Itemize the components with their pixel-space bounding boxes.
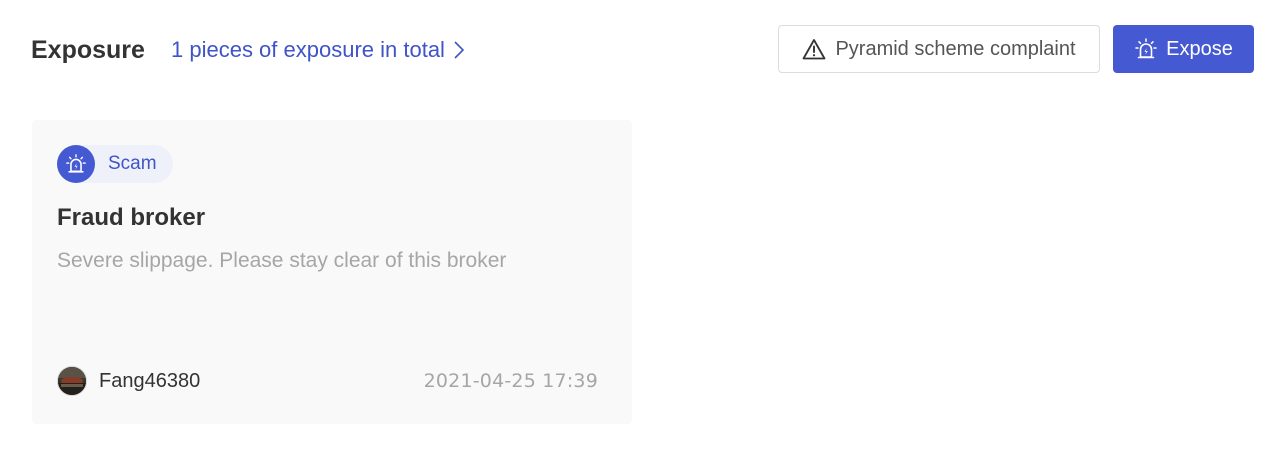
scam-tag: Scam — [57, 145, 173, 183]
page-header: Exposure 1 pieces of exposure in total P… — [0, 0, 1270, 100]
warning-triangle-icon — [802, 38, 826, 60]
author-info[interactable]: Fang46380 — [57, 366, 200, 396]
expose-button-label: Expose — [1166, 37, 1233, 60]
chevron-right-icon — [453, 40, 465, 60]
page-title: Exposure — [31, 36, 145, 64]
exposure-title: Fraud broker — [57, 204, 206, 231]
pyramid-scheme-complaint-button[interactable]: Pyramid scheme complaint — [778, 25, 1100, 73]
tag-label: Scam — [108, 153, 157, 174]
exposure-total-label: 1 pieces of exposure in total — [171, 37, 445, 62]
alarm-siren-icon — [57, 145, 95, 183]
expose-button[interactable]: Expose — [1113, 25, 1254, 73]
avatar[interactable] — [57, 366, 87, 396]
exposure-total-link[interactable]: 1 pieces of exposure in total — [171, 36, 465, 64]
alarm-siren-icon — [1134, 37, 1158, 61]
exposure-card[interactable]: Scam Fraud broker Severe slippage. Pleas… — [32, 120, 632, 424]
complaint-button-label: Pyramid scheme complaint — [835, 37, 1076, 60]
exposure-description: Severe slippage. Please stay clear of th… — [57, 249, 507, 272]
exposure-timestamp: 2021-04-25 17:39 — [423, 370, 598, 392]
author-name[interactable]: Fang46380 — [99, 370, 200, 393]
